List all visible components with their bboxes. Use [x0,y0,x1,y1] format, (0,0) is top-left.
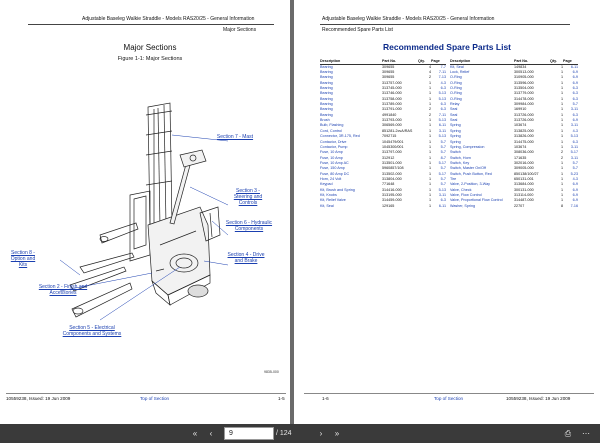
top-of-section-link[interactable]: Top of Section [140,396,169,401]
spare-parts-table-right: Description Part No. Qty. Page Kit, Seal… [450,58,578,209]
table-row: Washer, Spring 22707 8 7-16 [450,204,578,209]
callout-drive[interactable]: Section 4 - Drive and Brake [226,252,266,264]
part-page-link[interactable]: 6-11 [431,204,446,209]
document-viewer: Adjustable Baseleg Walkie Straddle - Mod… [0,0,600,443]
figure-code: 9835-000 [264,370,279,374]
page-header-section: Recommended Spare Parts List [322,27,393,33]
footer-page-number: 1-6 [322,396,329,401]
more-options-icon[interactable]: ⋯ [580,428,592,439]
print-icon[interactable]: ⎙ [562,428,574,439]
part-description[interactable]: Washer, Spring [450,204,514,209]
table-row: Kit, Seal 129165 1 6-11 [320,204,446,209]
page-right: Adjustable Baseleg Walkie Straddle - Mod… [294,0,600,424]
callout-finish[interactable]: Section 2 - Finish and Accessories [30,284,96,296]
previous-page-button[interactable]: ‹ [206,428,216,439]
part-qty: 8 [560,203,563,208]
page-header-title: Adjustable Baseleg Walkie Straddle - Mod… [322,16,495,22]
page-header-section: Major Sections [223,27,257,33]
list-title: Recommended Spare Parts List [382,42,511,52]
first-page-button[interactable]: « [190,428,200,439]
header-rule [28,24,274,25]
callout-mast[interactable]: Section 7 - Mast [205,134,265,140]
figure-caption: Figure 1-1: Major Sections [117,56,183,62]
page-left: Adjustable Baseleg Walkie Straddle - Mod… [0,0,290,424]
top-of-section-link[interactable]: Top of Section [434,396,463,401]
footer-rule [304,393,594,394]
callout-electrical[interactable]: Section 5 - Electrical Components and Sy… [60,325,124,337]
part-number: 22707 [514,203,525,208]
callout-hydraulic[interactable]: Section 6 - Hydraulic Components [224,220,274,232]
page-number-input[interactable]: 9 [224,427,274,440]
footer-doc-info: 10559238, Issued: 19 Jun 2009 [506,396,571,401]
next-page-button[interactable]: › [316,428,326,439]
viewer-toolbar: « ‹ 9 / 124 › » ⎙ ⋯ [0,424,600,443]
footer-rule [6,393,286,394]
spare-parts-table-left: Description Part No. Qty. Page Bearing 30… [320,58,446,209]
page-total: / 124 [276,430,292,437]
callout-options[interactable]: Section 8 - Option and Kits [6,250,40,268]
footer-page-number: 1-5 [278,396,285,401]
page-header-title: Adjustable Baseleg Walkie Straddle - Mod… [82,16,255,22]
footer-doc-info: 10559238, Issued: 19 Jun 2009 [6,396,71,401]
part-qty: 1 [428,203,431,208]
last-page-button[interactable]: » [332,428,342,439]
callout-steering[interactable]: Section 3 - Steering and Controls [228,188,268,206]
part-number: 129165 [382,203,395,208]
part-page-link[interactable]: 7-16 [563,204,578,209]
section-title: Major Sections [123,43,177,52]
part-description[interactable]: Kit, Seal [320,204,382,209]
header-rule [320,24,570,25]
